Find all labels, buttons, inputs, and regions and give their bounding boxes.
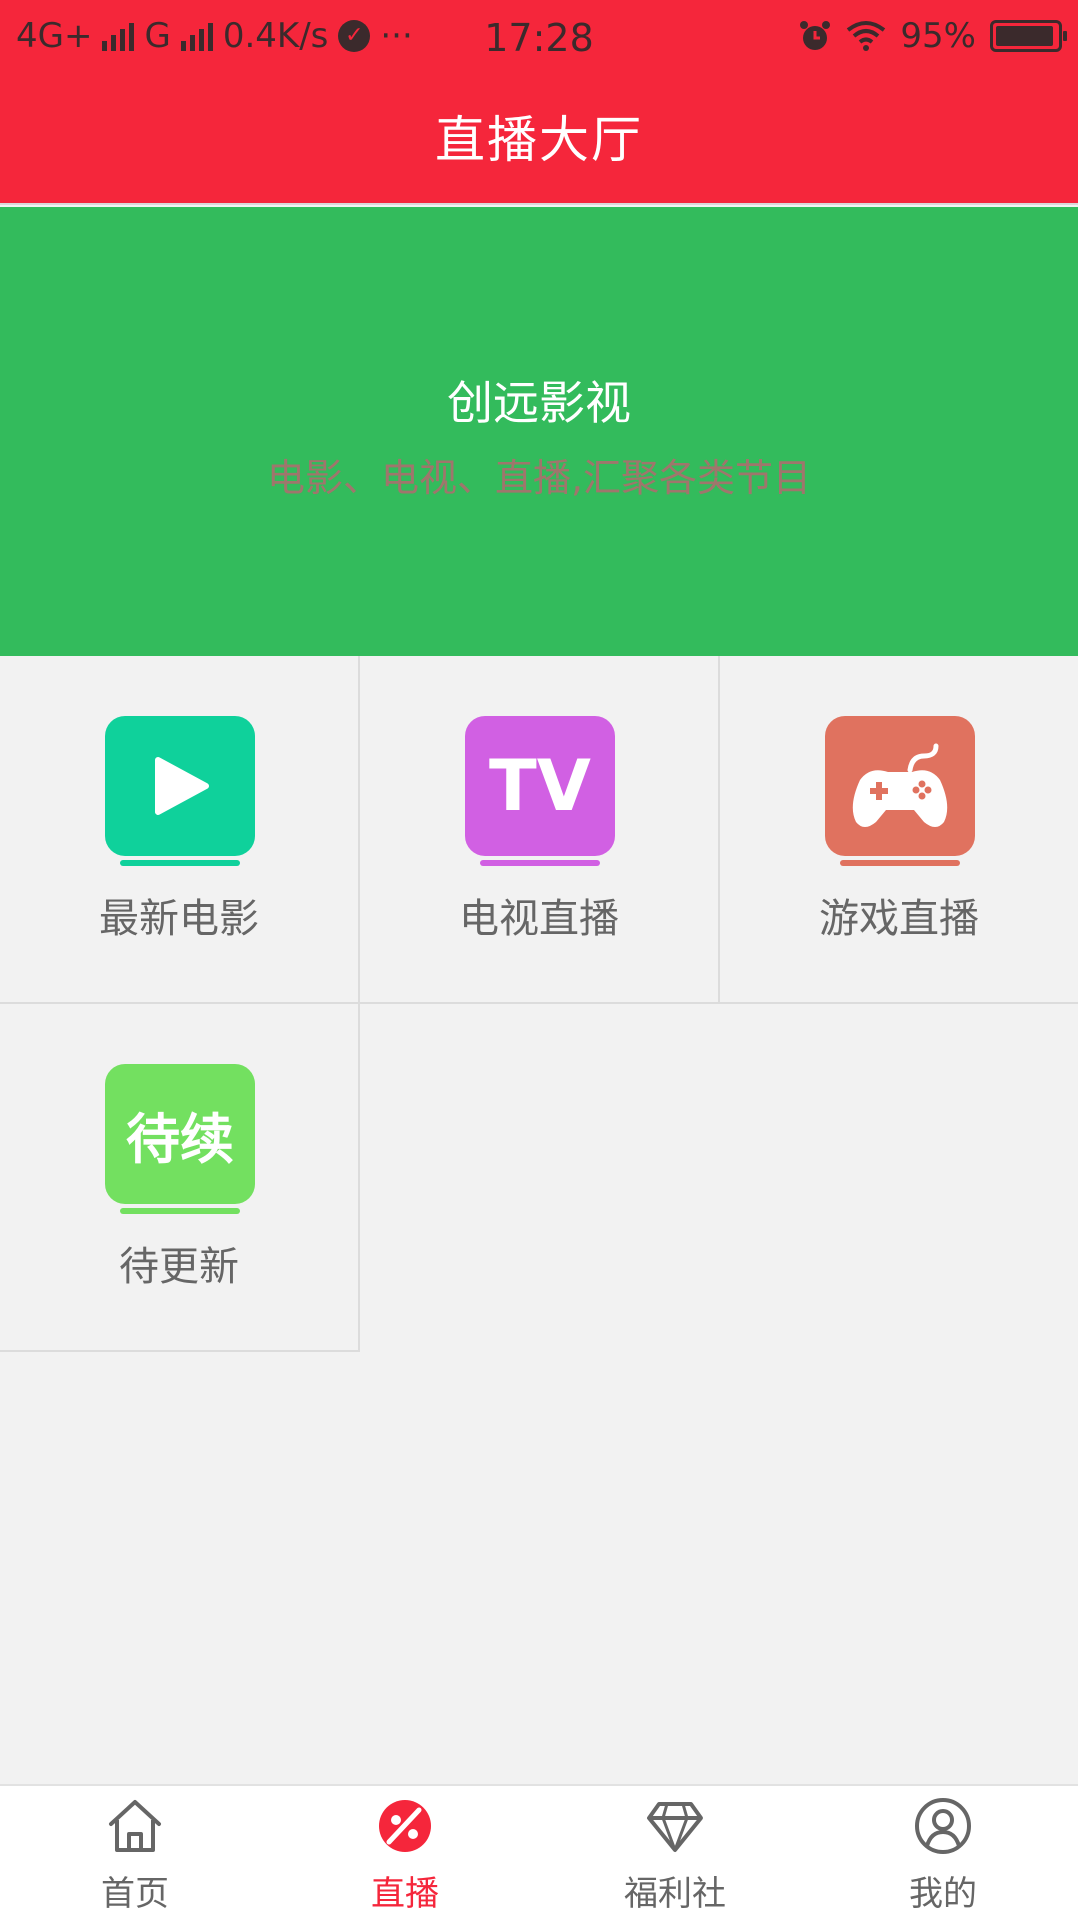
- grid-item-label: 最新电影: [99, 896, 259, 942]
- banner-subtitle: 电影、电视、直播,汇聚各类节目: [266, 456, 812, 500]
- grid-item-latest-movies[interactable]: 最新电影: [0, 656, 360, 1004]
- wifi-icon: [847, 21, 886, 51]
- tv-icon: TV: [465, 716, 615, 856]
- nav-item-mine[interactable]: 我的: [808, 1786, 1078, 1913]
- nav-label: 首页: [101, 1874, 169, 1913]
- diamond-icon: [647, 1802, 703, 1852]
- icon-underline: [120, 860, 240, 866]
- icon-underline: [480, 860, 600, 866]
- icon-underline: [840, 860, 960, 866]
- nav-item-live[interactable]: 直播: [270, 1786, 540, 1913]
- tv-icon-text: TV: [489, 745, 591, 827]
- status-right: 95%: [798, 16, 1067, 56]
- play-icon: [105, 716, 255, 856]
- battery-percent: 95%: [900, 16, 976, 56]
- battery-icon: [990, 20, 1067, 52]
- grid-item-tv-live[interactable]: TV 电视直播: [360, 656, 720, 1004]
- pending-icon-text: 待续: [126, 1107, 234, 1171]
- pending-icon: 待续: [105, 1064, 255, 1204]
- live-icon: [379, 1800, 431, 1852]
- home-icon: [109, 1800, 161, 1852]
- grid-item-label: 游戏直播: [819, 896, 979, 942]
- grid-item-game-live[interactable]: 游戏直播: [720, 656, 1078, 1004]
- nav-label: 直播: [371, 1874, 439, 1913]
- icon-underline: [120, 1208, 240, 1214]
- gamepad-icon: [825, 716, 975, 856]
- status-bar: 4G+ G 0.4K/s ✓ ··· 17:28 95%: [0, 0, 1078, 72]
- banner-title: 创远影视: [447, 376, 631, 430]
- bottom-nav: 首页 直播 福利社 我的: [0, 1784, 1078, 1913]
- grid-item-label: 待更新: [119, 1244, 239, 1290]
- alarm-icon: [800, 21, 831, 50]
- grid-item-pending[interactable]: 待续 待更新: [0, 1004, 360, 1352]
- nav-item-home[interactable]: 首页: [0, 1786, 270, 1913]
- user-icon: [915, 1798, 971, 1854]
- page-title: 直播大厅: [435, 111, 643, 169]
- nav-label: 我的: [909, 1874, 977, 1913]
- banner[interactable]: 创远影视 电影、电视、直播,汇聚各类节目: [0, 207, 1078, 656]
- nav-item-welfare[interactable]: 福利社: [540, 1786, 810, 1913]
- nav-label: 福利社: [624, 1874, 726, 1913]
- app-header: 4G+ G 0.4K/s ✓ ··· 17:28 95% 直播大厅: [0, 0, 1078, 205]
- grid-item-label: 电视直播: [459, 896, 619, 942]
